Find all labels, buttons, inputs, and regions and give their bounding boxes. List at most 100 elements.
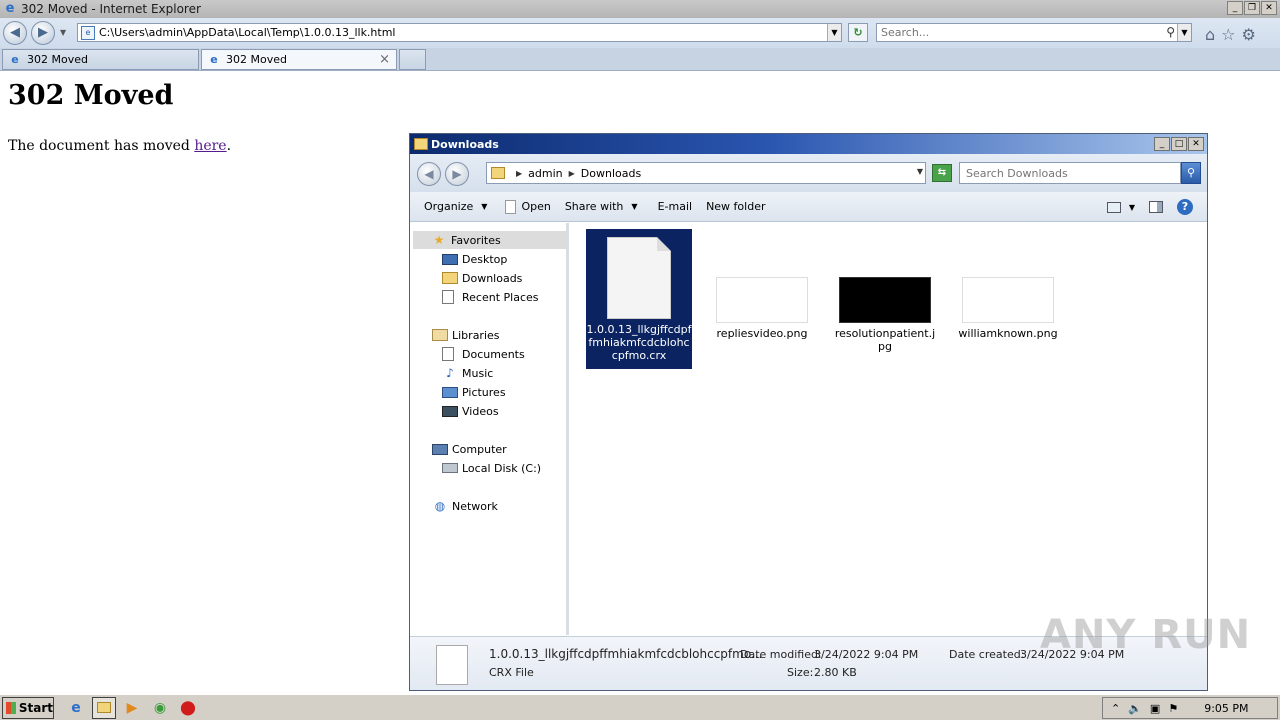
nav-label: Music	[462, 366, 494, 380]
image-thumbnail	[962, 277, 1054, 323]
nav-item-documents[interactable]: Documents	[442, 345, 525, 363]
page-icon: e	[81, 25, 95, 40]
new-folder-button[interactable]: New folder	[706, 200, 765, 213]
nav-item-recent-places[interactable]: Recent Places	[442, 288, 539, 306]
nav-label: Computer	[452, 442, 507, 456]
breadcrumb-dropdown-icon[interactable]: ▼	[917, 167, 923, 176]
nav-label: Network	[452, 499, 498, 513]
explorer-search-box[interactable]	[959, 162, 1181, 184]
refresh-button[interactable]: ↻	[848, 23, 868, 42]
share-with-button[interactable]: Share with ▼	[565, 200, 638, 213]
explorer-maximize-button[interactable]: □	[1171, 137, 1187, 151]
file-item-williamknown[interactable]: williamknown.png	[955, 277, 1061, 340]
nav-label: Downloads	[462, 271, 523, 285]
view-dropdown-icon[interactable]: ▼	[1129, 203, 1135, 212]
email-button[interactable]: E-mail	[658, 200, 693, 213]
explorer-minimize-button[interactable]: _	[1154, 137, 1170, 151]
details-file-type: CRX File	[489, 666, 534, 679]
minimize-button[interactable]: _	[1227, 1, 1243, 15]
nav-item-videos[interactable]: Videos	[442, 402, 499, 420]
preview-pane-icon[interactable]	[1149, 201, 1163, 213]
start-button[interactable]: Start	[2, 696, 54, 719]
breadcrumb[interactable]: ▶ admin ▶ Downloads ▼	[486, 162, 926, 184]
nav-item-favorites[interactable]: ★ Favorites	[413, 231, 566, 249]
details-file-name: 1.0.0.13_llkgjffcdpffmhiakmfcdcblohccpfm…	[489, 647, 763, 661]
details-size-label: Size:	[787, 666, 814, 679]
nav-item-libraries[interactable]: Libraries	[432, 326, 500, 344]
refresh-icon: ↻	[853, 26, 863, 39]
ie-toolbar-icons: ⌂ ☆ ⚙	[1205, 25, 1256, 44]
tab-302-moved-2[interactable]: e 302 Moved ×	[201, 49, 397, 70]
explorer-forward-button[interactable]: ▶	[445, 162, 469, 186]
new-folder-label: New folder	[706, 200, 766, 213]
here-link[interactable]: here	[194, 138, 226, 154]
chevron-right-icon[interactable]: ▶	[516, 169, 522, 178]
tab-302-moved-1[interactable]: e 302 Moved	[2, 49, 199, 70]
taskbar-media-player-icon[interactable]: ▶	[120, 697, 144, 719]
open-button[interactable]: Open	[505, 199, 551, 214]
file-item-crx[interactable]: 1.0.0.13_llkgjffcdpffmhiakmfcdcblohccpfm…	[586, 229, 692, 369]
chevron-right-icon[interactable]: ▶	[569, 169, 575, 178]
file-name: 1.0.0.13_llkgjffcdpffmhiakmfcdcblohccpfm…	[586, 323, 692, 362]
explorer-back-button[interactable]: ◀	[417, 162, 441, 186]
share-with-label: Share with	[564, 200, 624, 213]
gear-icon[interactable]: ⚙	[1242, 25, 1256, 44]
file-item-resolutionpatient[interactable]: resolutionpatient.jpg	[832, 277, 938, 353]
help-icon[interactable]: ?	[1177, 199, 1193, 215]
network-tray-icon[interactable]: ▣	[1150, 702, 1160, 715]
open-label: Open	[521, 200, 551, 213]
explorer-refresh-button[interactable]: ⇆	[932, 164, 952, 182]
explorer-title: Downloads	[431, 137, 499, 151]
ie-search-box[interactable]: ⚲ ▼	[876, 23, 1192, 42]
tray-expand-icon[interactable]: ⌃	[1111, 702, 1120, 715]
nav-item-desktop[interactable]: Desktop	[442, 250, 507, 268]
page-paragraph: The document has moved here.	[8, 138, 231, 154]
search-icon[interactable]: ⚲	[1166, 25, 1175, 39]
nav-item-music[interactable]: ♪ Music	[442, 364, 493, 382]
address-text[interactable]: C:\Users\admin\AppData\Local\Temp\1.0.0.…	[99, 26, 396, 39]
volume-icon[interactable]: 🔈	[1128, 702, 1142, 715]
nav-label: Recent Places	[462, 290, 539, 304]
tab-close-icon[interactable]: ×	[379, 52, 390, 67]
close-button[interactable]: ✕	[1261, 1, 1277, 15]
favorites-star-icon[interactable]: ☆	[1221, 25, 1235, 44]
back-button[interactable]: ◀	[3, 21, 27, 45]
nav-item-computer[interactable]: Computer	[432, 440, 507, 458]
clock[interactable]: 9:05 PM	[1204, 702, 1248, 715]
nav-item-network[interactable]: ◍ Network	[432, 497, 498, 515]
address-dropdown-icon[interactable]: ▼	[827, 24, 841, 41]
new-tab-button[interactable]	[399, 49, 426, 70]
file-item-repliesvideo[interactable]: repliesvideo.png	[709, 277, 815, 340]
taskbar-opera-icon[interactable]: ⬤	[176, 697, 200, 719]
search-dropdown-icon[interactable]: ▼	[1177, 24, 1191, 41]
page-text: The document has moved	[8, 138, 195, 154]
ie-search-input[interactable]	[877, 24, 1147, 41]
documents-icon	[442, 347, 454, 361]
organize-button[interactable]: Organize ▼	[424, 200, 487, 213]
taskbar-chrome-icon[interactable]: ◉	[148, 697, 172, 719]
forward-button[interactable]: ▶	[31, 21, 55, 45]
nav-item-downloads[interactable]: Downloads	[442, 269, 522, 287]
recent-pages-dropdown-icon[interactable]: ▼	[60, 28, 66, 37]
explorer-search-button[interactable]: ⚲	[1181, 162, 1201, 184]
image-thumbnail	[839, 277, 931, 323]
explorer-close-button[interactable]: ✕	[1188, 137, 1204, 151]
explorer-search-input[interactable]	[960, 163, 1170, 183]
nav-label: Pictures	[462, 385, 506, 399]
taskbar-ie-icon[interactable]: e	[64, 697, 88, 719]
downloads-folder-icon	[442, 272, 458, 284]
breadcrumb-admin[interactable]: admin	[528, 167, 562, 180]
address-bar[interactable]: e C:\Users\admin\AppData\Local\Temp\1.0.…	[77, 23, 842, 42]
nav-item-pictures[interactable]: Pictures	[442, 383, 506, 401]
taskbar-explorer-icon[interactable]	[92, 696, 116, 719]
home-icon[interactable]: ⌂	[1205, 25, 1215, 44]
nav-item-local-disk[interactable]: Local Disk (C:)	[442, 459, 541, 477]
explorer-window-controls: _ □ ✕	[1154, 137, 1204, 151]
restore-button[interactable]: ❐	[1244, 1, 1260, 15]
change-view-icon[interactable]	[1106, 201, 1121, 213]
breadcrumb-downloads[interactable]: Downloads	[581, 167, 641, 180]
action-center-flag-icon[interactable]: ⚑	[1168, 702, 1178, 715]
details-date-created-label: Date created:	[949, 648, 1025, 661]
computer-icon	[432, 443, 448, 455]
file-list: 1.0.0.13_llkgjffcdpffmhiakmfcdcblohccpfm…	[572, 223, 1207, 635]
